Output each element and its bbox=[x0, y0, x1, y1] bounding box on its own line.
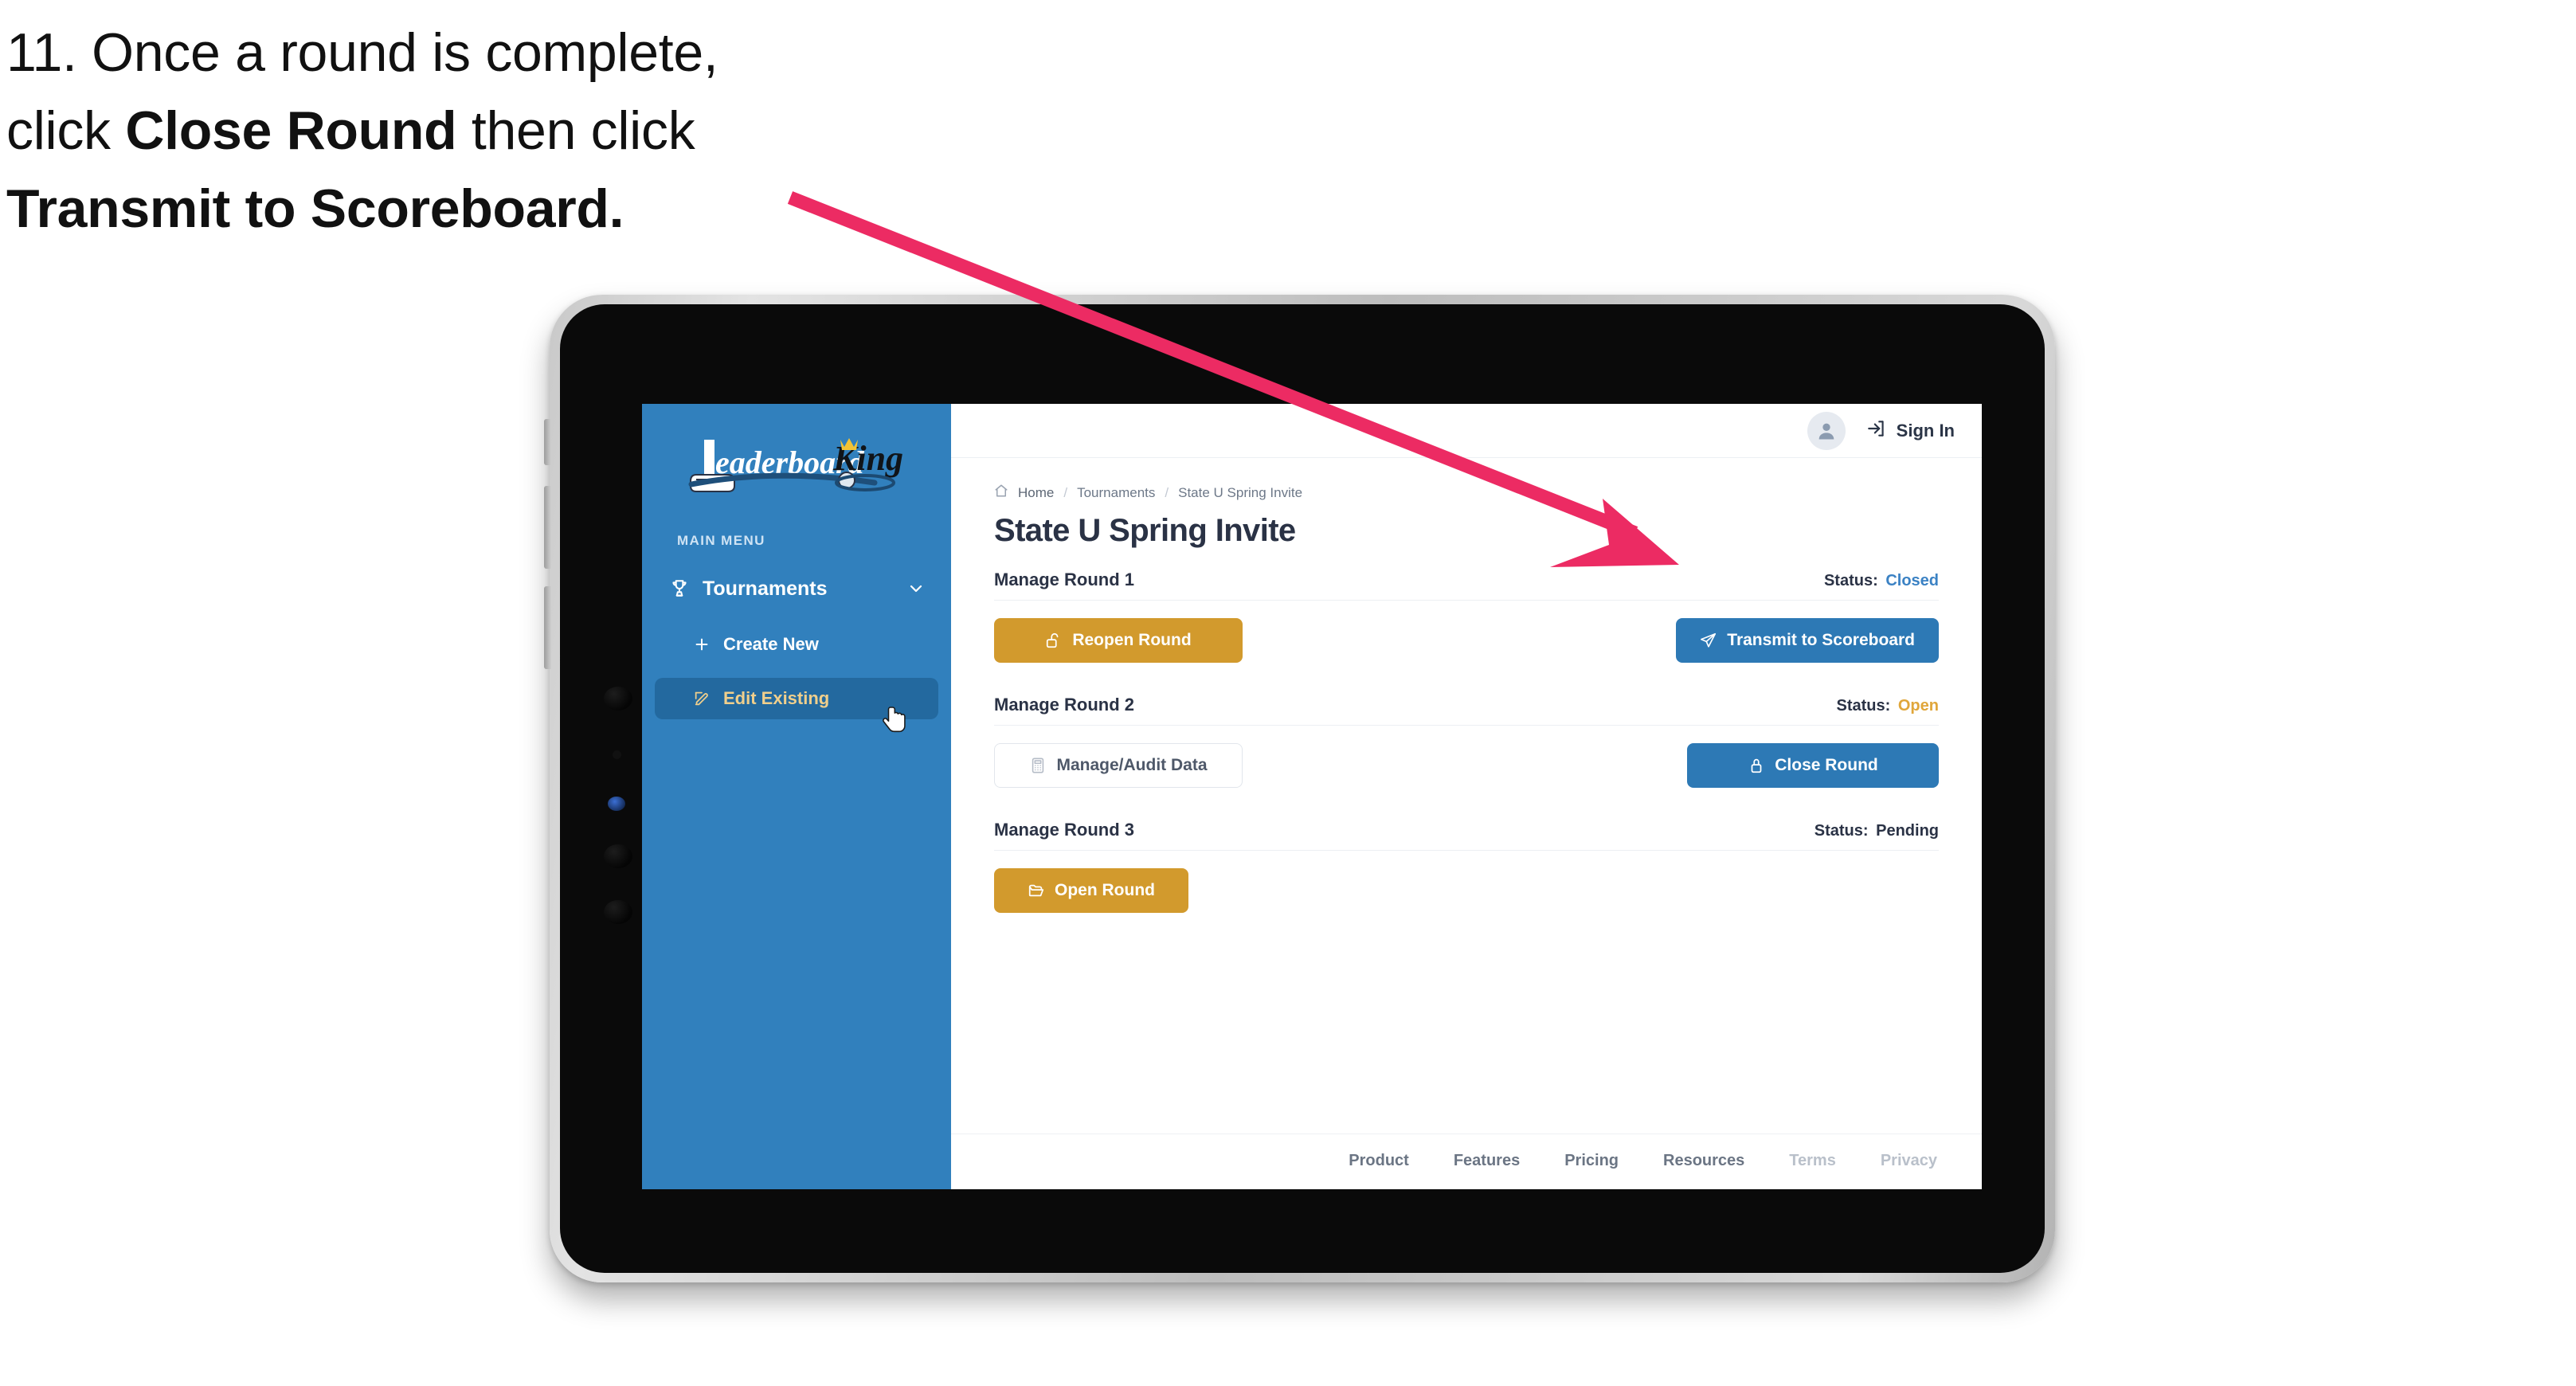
home-icon[interactable] bbox=[994, 484, 1008, 502]
top-bar: Sign In bbox=[951, 404, 1982, 458]
round-1-status: Status: Closed bbox=[1824, 572, 1939, 590]
round-block-1: Manage Round 1 Status: Closed Reopen Rou… bbox=[994, 570, 1939, 690]
round-1-actions: Reopen Round Transmit to Scoreboard bbox=[994, 601, 1939, 690]
round-block-2: Manage Round 2 Status: Open Manage/Audit… bbox=[994, 695, 1939, 815]
reopen-round-label: Reopen Round bbox=[1072, 631, 1192, 649]
caption-line-2-pre: click bbox=[6, 100, 126, 161]
plus-icon bbox=[690, 634, 714, 655]
main-column: Sign In Home / Tournaments / State U Spr… bbox=[951, 404, 1982, 1189]
sign-in-button[interactable]: Sign In bbox=[1866, 418, 1955, 444]
page-title: State U Spring Invite bbox=[994, 513, 1296, 548]
app-logo[interactable]: eaderboard King bbox=[642, 433, 951, 501]
open-round-button[interactable]: Open Round bbox=[994, 868, 1188, 913]
breadcrumb-item-tournaments[interactable]: Tournaments bbox=[1077, 485, 1155, 501]
round-block-3: Manage Round 3 Status: Pending Open Roun… bbox=[994, 820, 1939, 940]
sensor-dot-icon bbox=[613, 750, 621, 759]
sidebar-item-create-new-label: Create New bbox=[723, 634, 819, 654]
footer-link-pricing[interactable]: Pricing bbox=[1564, 1152, 1619, 1170]
round-1-title: Manage Round 1 bbox=[994, 570, 1135, 589]
tablet-volume-up-button[interactable] bbox=[544, 486, 551, 569]
round-1-status-value: Closed bbox=[1885, 572, 1939, 589]
breadcrumb-separator-1: / bbox=[1063, 484, 1068, 500]
round-3-header: Manage Round 3 Status: Pending bbox=[994, 820, 1939, 851]
round-2-title: Manage Round 2 bbox=[994, 695, 1135, 715]
tablet-volume-down-button[interactable] bbox=[544, 586, 551, 669]
round-2-actions: Manage/Audit Data Close Round bbox=[994, 726, 1939, 815]
paper-plane-icon bbox=[1700, 632, 1717, 649]
app-screen: eaderboard King MAIN MENU Tournaments Cr… bbox=[642, 404, 1982, 1189]
instruction-caption: 11. Once a round is complete, click Clos… bbox=[6, 14, 898, 249]
breadcrumb-separator-2: / bbox=[1165, 484, 1169, 500]
caption-line-2-bold: Close Round bbox=[125, 100, 457, 161]
camera-lens-icon bbox=[604, 687, 632, 711]
round-2-status: Status: Open bbox=[1837, 697, 1939, 715]
footer-link-features[interactable]: Features bbox=[1454, 1152, 1520, 1170]
manage-audit-data-button[interactable]: Manage/Audit Data bbox=[994, 743, 1243, 788]
content-area: Home / Tournaments / State U Spring Invi… bbox=[951, 458, 1982, 1133]
tablet-bezel: eaderboard King MAIN MENU Tournaments Cr… bbox=[560, 304, 2045, 1273]
mouse-cursor-pointer-icon bbox=[883, 705, 910, 737]
camera-lens-secondary-icon bbox=[604, 844, 632, 868]
caption-line-3: Transmit to Scoreboard. bbox=[6, 170, 898, 249]
open-round-label: Open Round bbox=[1055, 881, 1155, 899]
reopen-round-button[interactable]: Reopen Round bbox=[994, 618, 1243, 663]
chevron-down-icon[interactable] bbox=[906, 579, 926, 598]
folder-open-icon bbox=[1028, 882, 1045, 899]
footer-link-product[interactable]: Product bbox=[1349, 1152, 1409, 1170]
sidebar-section-label: MAIN MENU bbox=[677, 533, 765, 548]
caption-line-2-post: then click bbox=[456, 100, 695, 161]
sidebar: eaderboard King MAIN MENU Tournaments Cr… bbox=[642, 404, 951, 1189]
calculator-icon bbox=[1029, 757, 1047, 774]
round-2-status-value: Open bbox=[1897, 697, 1939, 715]
round-3-actions: Open Round bbox=[994, 851, 1939, 940]
round-2-status-label: Status: bbox=[1836, 697, 1891, 715]
round-3-title: Manage Round 3 bbox=[994, 820, 1135, 840]
trophy-icon bbox=[666, 577, 693, 601]
camera-lens-tertiary-icon bbox=[604, 900, 632, 924]
sign-in-arrow-icon bbox=[1866, 418, 1887, 444]
unlock-icon bbox=[1045, 632, 1063, 649]
footer-link-privacy[interactable]: Privacy bbox=[1881, 1152, 1937, 1170]
sidebar-item-tournaments-label: Tournaments bbox=[703, 577, 828, 600]
footer-link-terms[interactable]: Terms bbox=[1789, 1152, 1836, 1170]
round-2-header: Manage Round 2 Status: Open bbox=[994, 695, 1939, 726]
pencil-square-icon bbox=[690, 688, 714, 709]
transmit-to-scoreboard-label: Transmit to Scoreboard bbox=[1727, 631, 1915, 649]
status-led-icon bbox=[608, 797, 625, 811]
sidebar-item-tournaments[interactable]: Tournaments bbox=[655, 566, 938, 611]
lock-icon bbox=[1748, 757, 1765, 774]
close-round-button[interactable]: Close Round bbox=[1687, 743, 1939, 788]
caption-line-1: 11. Once a round is complete, bbox=[6, 22, 718, 83]
tablet-device: eaderboard King MAIN MENU Tournaments Cr… bbox=[544, 295, 2055, 1282]
footer-nav: Product Features Pricing Resources Terms… bbox=[951, 1133, 1982, 1189]
breadcrumb-item-home[interactable]: Home bbox=[1018, 485, 1054, 501]
sidebar-item-edit-existing-label: Edit Existing bbox=[723, 688, 830, 708]
caption-line-2: click Close Round then click bbox=[6, 92, 898, 170]
caption-line-3-bold: Transmit to Scoreboard. bbox=[6, 178, 624, 239]
manage-audit-data-label: Manage/Audit Data bbox=[1056, 756, 1208, 774]
transmit-to-scoreboard-button[interactable]: Transmit to Scoreboard bbox=[1676, 618, 1939, 663]
footer-link-resources[interactable]: Resources bbox=[1663, 1152, 1744, 1170]
sidebar-item-create-new[interactable]: Create New bbox=[655, 624, 938, 665]
round-3-status-value: Pending bbox=[1876, 822, 1939, 840]
round-1-header: Manage Round 1 Status: Closed bbox=[994, 570, 1939, 601]
breadcrumb: Home / Tournaments / State U Spring Invi… bbox=[994, 484, 1939, 502]
close-round-label: Close Round bbox=[1775, 756, 1878, 774]
tablet-power-button[interactable] bbox=[544, 419, 551, 465]
breadcrumb-item-current: State U Spring Invite bbox=[1178, 484, 1303, 500]
sign-in-label: Sign In bbox=[1896, 420, 1955, 440]
round-3-status: Status: Pending bbox=[1815, 822, 1939, 840]
round-3-status-label: Status: bbox=[1814, 822, 1869, 840]
round-1-status-label: Status: bbox=[1823, 572, 1878, 589]
user-avatar-icon[interactable] bbox=[1807, 411, 1846, 450]
